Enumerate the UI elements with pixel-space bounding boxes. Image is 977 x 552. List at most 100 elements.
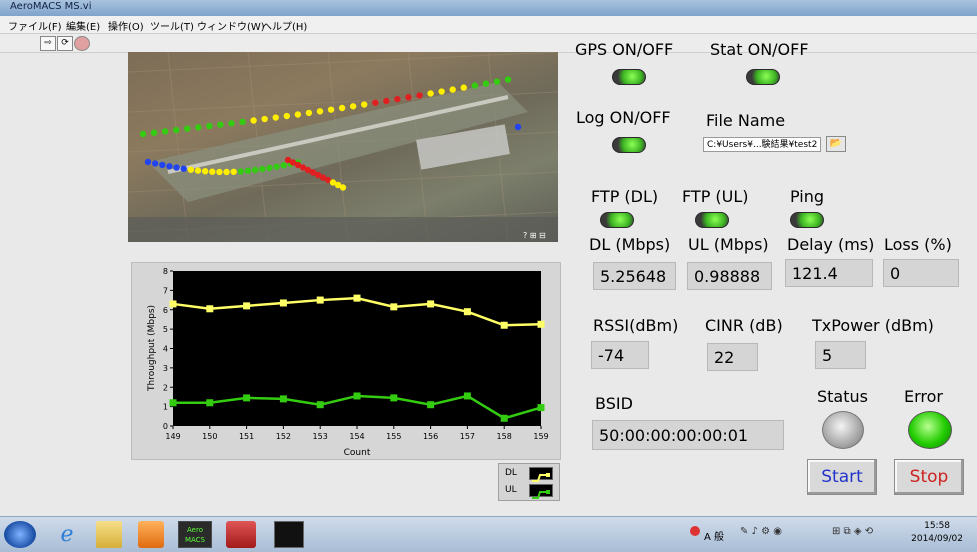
- y-tick-label: 7: [163, 286, 168, 295]
- aeromacs-app-label-1: Aero: [187, 526, 203, 534]
- toolbox-app-icon[interactable]: [226, 521, 256, 548]
- rssi-value: -74: [591, 341, 649, 369]
- menu-operate[interactable]: 操作(O): [108, 18, 144, 33]
- stat-toggle[interactable]: [746, 69, 780, 85]
- y-axis: 0 1 2 3 4 5 6 7 8: [163, 267, 173, 431]
- rssi-label: RSSI(dBm): [593, 316, 679, 335]
- loss-value: 0: [883, 259, 959, 287]
- log-toggle-label: Log ON/OFF: [576, 108, 671, 127]
- gps-toggle[interactable]: [612, 69, 646, 85]
- gps-track-point: [150, 129, 158, 136]
- gps-track-point: [139, 130, 147, 138]
- gps-track-point: [173, 164, 180, 171]
- menu-file[interactable]: ファイル(F): [8, 18, 62, 33]
- gps-track-point: [206, 122, 213, 130]
- ftp-dl-label: FTP (DL): [591, 187, 659, 206]
- ime-indicator[interactable]: A 般: [704, 528, 724, 543]
- gps-track-point: [316, 108, 324, 115]
- legend-ul-label: UL: [505, 485, 517, 495]
- run-continuous-icon[interactable]: ⟳: [57, 36, 73, 51]
- x-axis: 149 150 151 152 153 154 155 156 157 158 159: [165, 426, 549, 441]
- gps-track-point: [394, 95, 401, 103]
- ftp-ul-toggle[interactable]: [695, 212, 729, 228]
- data-point-dl: [169, 300, 177, 308]
- gps-track-point: [280, 162, 287, 169]
- gps-track-point: [405, 94, 412, 101]
- gps-track-point: [230, 168, 237, 175]
- gps-track-point: [161, 128, 169, 135]
- x-tick-label: 158: [497, 432, 512, 441]
- y-tick-label: 3: [163, 364, 168, 373]
- delay-label: Delay (ms): [787, 235, 875, 254]
- gps-track-point: [184, 125, 191, 132]
- ftp-dl-toggle[interactable]: [600, 212, 634, 228]
- error-label: Error: [904, 387, 943, 406]
- y-tick-label: 5: [163, 325, 168, 334]
- y-tick-label: 1: [163, 403, 168, 412]
- internet-explorer-icon[interactable]: ℯ: [50, 521, 84, 548]
- log-toggle[interactable]: [612, 137, 646, 153]
- gps-track-point: [250, 117, 257, 124]
- stop-button[interactable]: Stop: [894, 459, 964, 495]
- gps-track-point: [195, 124, 202, 131]
- gps-track-point: [449, 86, 456, 93]
- start-menu-icon[interactable]: [4, 521, 36, 548]
- window-title: AeroMACS MS.vi: [10, 1, 92, 12]
- gps-track-point: [372, 99, 379, 106]
- txpower-value: 5: [815, 341, 866, 369]
- x-tick-label: 150: [202, 432, 217, 441]
- ping-toggle[interactable]: [790, 212, 824, 228]
- map-view[interactable]: ? ⊞ ⊟: [128, 52, 558, 242]
- data-point-ul: [427, 401, 435, 409]
- system-tray-icons[interactable]: ⊞ ⧉ ◈ ⟲: [832, 526, 873, 537]
- menu-bar: ファイル(F) 編集(E) 操作(O) ツール(T) ウィンドウ(W) ヘルプ(…: [0, 16, 977, 34]
- legend-dl-swatch[interactable]: [529, 467, 553, 482]
- data-point-dl: [279, 299, 287, 307]
- gps-track-point: [349, 103, 357, 110]
- aeromacs-app-icon[interactable]: Aero MACS: [178, 521, 212, 548]
- x-tick-label: 151: [239, 432, 254, 441]
- abort-icon[interactable]: [74, 36, 90, 51]
- gps-track-point: [272, 114, 279, 121]
- gps-track-point: [144, 158, 152, 166]
- menu-window[interactable]: ウィンドウ(W): [197, 18, 265, 33]
- gps-track-point: [194, 167, 202, 174]
- x-tick-label: 159: [533, 432, 548, 441]
- data-point-ul: [279, 395, 287, 403]
- data-point-dl: [206, 305, 214, 313]
- gps-track-point: [327, 106, 335, 113]
- gps-track-point: [244, 167, 252, 174]
- plot-area: [173, 271, 541, 426]
- menu-help[interactable]: ヘルプ(H): [262, 18, 307, 33]
- file-path-field[interactable]: C:¥Users¥...験結果¥test2: [703, 137, 821, 152]
- x-tick-label: 149: [165, 432, 180, 441]
- gps-track-point: [237, 168, 245, 175]
- menu-edit[interactable]: 編集(E): [66, 18, 100, 33]
- start-button[interactable]: Start: [807, 459, 877, 495]
- map-controls-icon: ? ⊞ ⊟: [523, 231, 546, 240]
- file-explorer-icon[interactable]: [96, 521, 122, 548]
- media-player-icon[interactable]: [138, 521, 164, 548]
- tray-icons[interactable]: ✎ ♪ ⚙ ◉: [740, 526, 782, 537]
- console-app-icon[interactable]: [274, 521, 304, 548]
- clock[interactable]: 15:58 2014/09/02: [911, 520, 963, 546]
- run-arrow-icon[interactable]: ⇨: [40, 36, 56, 51]
- folder-browse-icon[interactable]: 📂: [826, 136, 846, 152]
- notification-icon[interactable]: [690, 526, 700, 536]
- gps-track-point: [251, 166, 259, 174]
- menu-tools[interactable]: ツール(T): [150, 18, 194, 33]
- gps-track-point: [482, 80, 490, 87]
- gps-track-point: [217, 121, 224, 128]
- data-point-dl: [390, 303, 398, 311]
- gps-track-point: [294, 111, 302, 118]
- chart-legend: DL UL: [498, 463, 560, 501]
- gps-toggle-label: GPS ON/OFF: [575, 40, 674, 59]
- gps-track-point: [471, 82, 479, 89]
- taskbar: ℯ Aero MACS A 般 ✎ ♪ ⚙ ◉ ⊞ ⧉ ◈ ⟲ 15:58 20…: [0, 516, 977, 552]
- ftp-ul-label: FTP (UL): [682, 187, 749, 206]
- throughput-chart: 0 1 2 3 4 5 6 7 8 149 150 151 152 153 154 155 156 157 158…: [131, 262, 561, 460]
- data-point-dl: [427, 300, 435, 308]
- legend-ul-swatch[interactable]: [529, 484, 553, 499]
- y-tick-label: 0: [163, 422, 168, 431]
- txpower-label: TxPower (dBm): [812, 316, 934, 335]
